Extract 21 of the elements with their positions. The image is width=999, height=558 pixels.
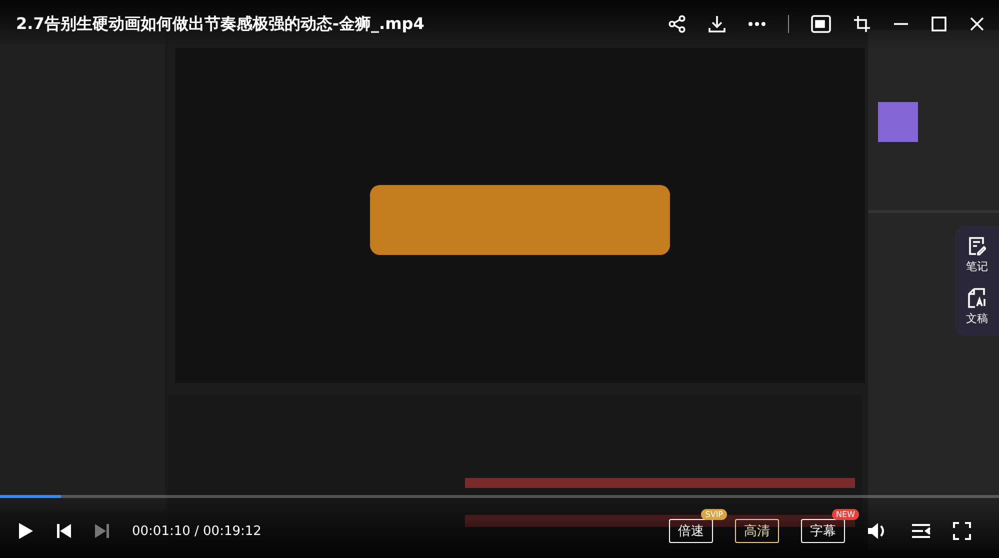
maximize-icon[interactable] bbox=[931, 16, 947, 32]
previous-icon[interactable] bbox=[56, 523, 72, 539]
badge: NEW bbox=[832, 509, 859, 520]
option-button[interactable]: 高清 bbox=[735, 519, 779, 543]
note-icon bbox=[968, 236, 986, 256]
play-icon[interactable] bbox=[18, 522, 34, 540]
mini-window-icon[interactable] bbox=[853, 15, 871, 33]
transcript-button[interactable]: 文稿 bbox=[966, 288, 988, 326]
video-title: 2.7告别生硬动画如何做出节奏感极强的动态-金狮_.mp4 bbox=[16, 14, 426, 34]
download-icon[interactable] bbox=[708, 15, 726, 33]
next-icon[interactable] bbox=[94, 523, 110, 539]
playlist-icon[interactable] bbox=[911, 523, 931, 539]
notes-button[interactable]: 笔记 bbox=[966, 236, 988, 274]
document-icon bbox=[968, 288, 986, 308]
more-icon[interactable] bbox=[748, 21, 766, 27]
share-icon[interactable] bbox=[668, 15, 686, 33]
fullscreen-icon[interactable] bbox=[953, 522, 971, 540]
picture-in-picture-icon[interactable] bbox=[811, 15, 831, 33]
badge: SVIP bbox=[701, 509, 727, 520]
close-icon[interactable] bbox=[969, 16, 985, 32]
playback-time: 00:01:10 / 00:19:12 bbox=[132, 524, 262, 538]
